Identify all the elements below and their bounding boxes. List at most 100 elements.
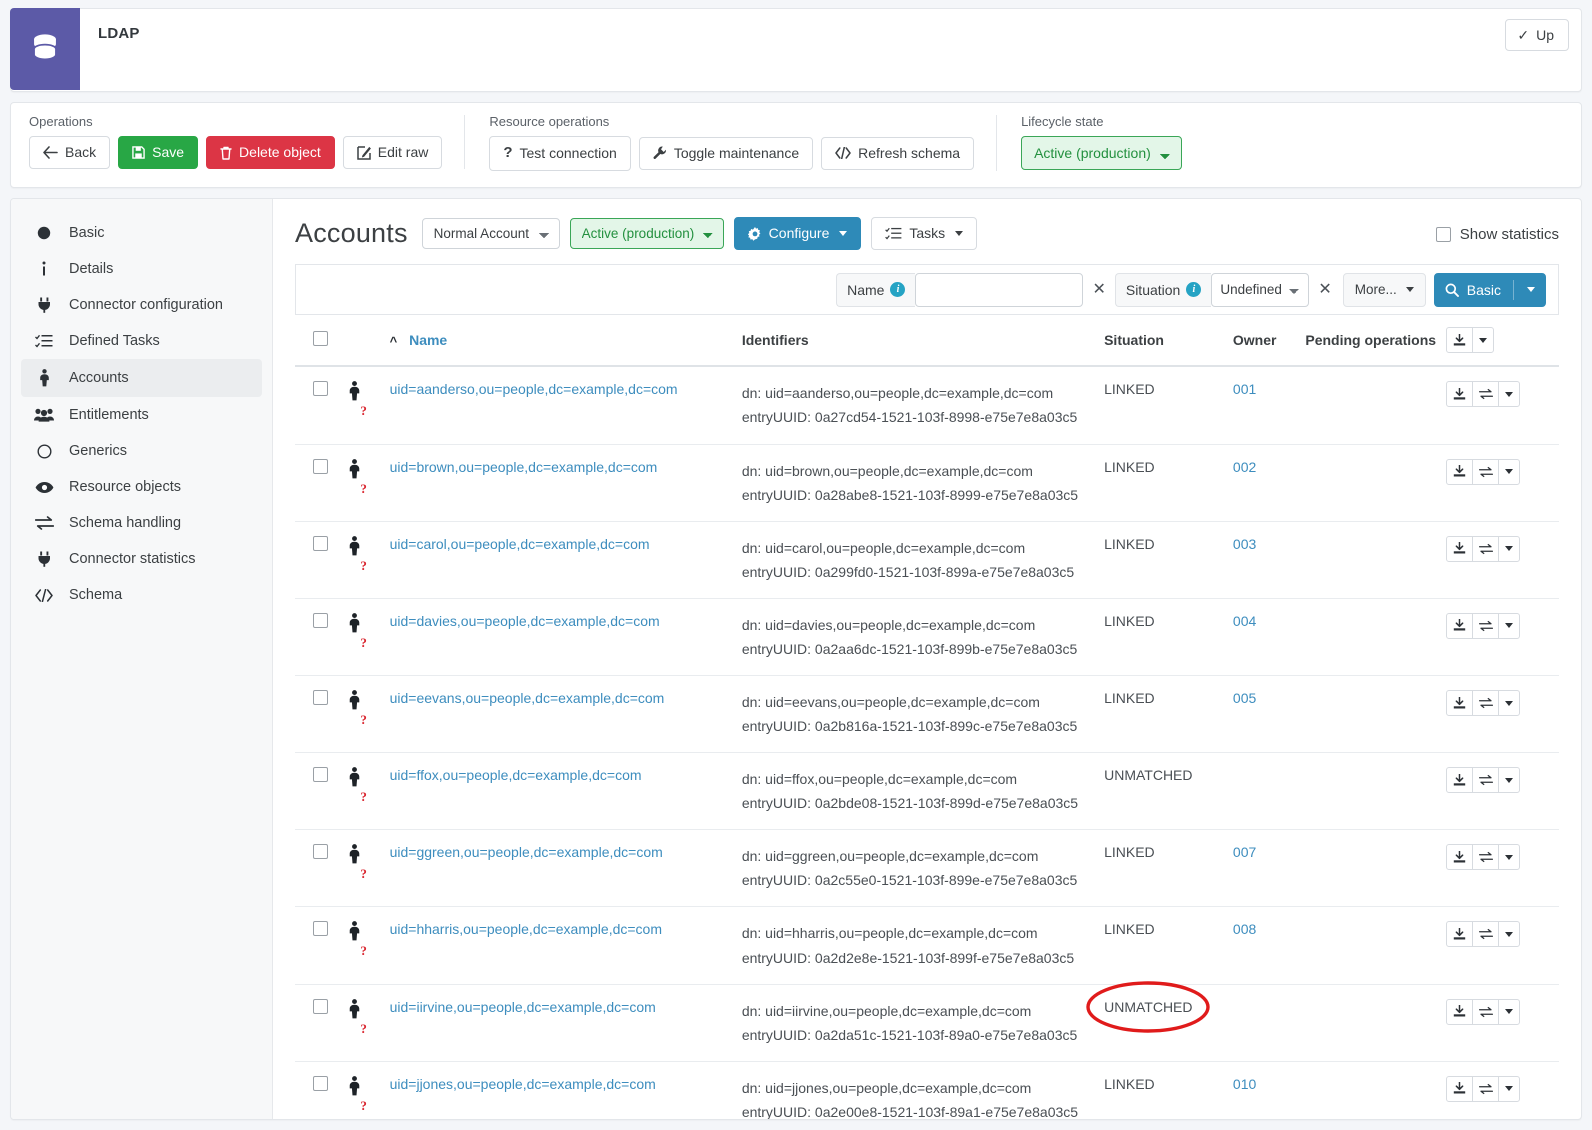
exchange-icon[interactable] — [1472, 690, 1500, 717]
toggle-maintenance-button[interactable]: Toggle maintenance — [638, 136, 814, 170]
import-icon[interactable] — [1446, 327, 1474, 354]
account-name-link[interactable]: uid=iirvine,ou=people,dc=example,dc=com — [390, 999, 656, 1015]
owner-link[interactable]: 003 — [1233, 536, 1256, 552]
row-actions-dropdown[interactable] — [1498, 844, 1521, 871]
sidebar-item-defined-tasks[interactable]: Defined Tasks — [21, 323, 262, 359]
edit-raw-button[interactable]: Edit raw — [342, 136, 443, 170]
table-row[interactable]: ? uid=ffox,ou=people,dc=example,dc=com dn:… — [295, 752, 1559, 831]
exchange-icon[interactable] — [1472, 921, 1500, 948]
import-icon[interactable] — [1446, 535, 1474, 562]
show-statistics-checkbox[interactable] — [1435, 227, 1451, 242]
exchange-icon[interactable] — [1472, 1075, 1500, 1102]
table-row[interactable]: ? uid=iirvine,ou=people,dc=example,dc=com… — [295, 984, 1559, 1062]
configure-button[interactable]: Configure — [733, 217, 862, 251]
row-actions-dropdown[interactable] — [1498, 921, 1521, 948]
info-icon[interactable]: i — [890, 282, 906, 298]
sidebar-item-resource-objects[interactable]: Resource objects — [21, 469, 262, 505]
import-icon[interactable] — [1446, 921, 1474, 948]
delete-object-button[interactable]: Delete object — [206, 136, 335, 170]
situation-select[interactable]: Undefined — [1211, 272, 1310, 307]
row-actions-dropdown[interactable] — [1498, 1075, 1521, 1102]
owner-link[interactable]: 004 — [1233, 613, 1256, 629]
sidebar-item-generics[interactable]: Generics — [21, 433, 262, 469]
row-actions-dropdown[interactable] — [1498, 998, 1521, 1025]
search-mode-button[interactable]: Basic — [1433, 272, 1546, 307]
import-icon[interactable] — [1446, 844, 1474, 871]
row-actions-dropdown[interactable] — [1498, 690, 1521, 717]
sort-ascending-icon[interactable]: ^ — [390, 334, 398, 349]
row-checkbox[interactable] — [313, 844, 328, 860]
exchange-icon[interactable] — [1472, 844, 1500, 871]
table-row[interactable]: ? uid=brown,ou=people,dc=example,dc=com dn… — [295, 444, 1559, 522]
account-name-link[interactable]: uid=jjones,ou=people,dc=example,dc=com — [390, 1076, 656, 1092]
header-actions-dropdown[interactable] — [1472, 327, 1495, 354]
import-icon[interactable] — [1446, 612, 1474, 639]
name-header[interactable]: ^ Name — [389, 314, 742, 368]
table-row[interactable]: ? uid=jjones,ou=people,dc=example,dc=com d… — [295, 1061, 1559, 1119]
account-name-link[interactable]: uid=carol,ou=people,dc=example,dc=com — [390, 536, 650, 552]
test-connection-button[interactable]: ? Test connection — [489, 136, 631, 171]
sidebar-item-schema[interactable]: Schema — [21, 577, 262, 613]
account-name-link[interactable]: uid=brown,ou=people,dc=example,dc=com — [390, 459, 658, 475]
row-checkbox[interactable] — [313, 998, 328, 1014]
sidebar-item-accounts[interactable]: Accounts — [21, 359, 262, 397]
row-checkbox[interactable] — [313, 612, 328, 628]
account-kind-select[interactable]: Normal Account — [421, 218, 560, 250]
row-checkbox[interactable] — [313, 458, 328, 474]
exchange-icon[interactable] — [1472, 767, 1500, 794]
sidebar-item-entitlements[interactable]: Entitlements — [21, 397, 262, 433]
row-checkbox[interactable] — [313, 767, 328, 783]
owner-link[interactable]: 007 — [1233, 844, 1256, 860]
sidebar-item-schema-handling[interactable]: Schema handling — [21, 505, 262, 541]
import-icon[interactable] — [1446, 458, 1474, 485]
more-filters-button[interactable]: More... — [1342, 272, 1426, 307]
row-checkbox[interactable] — [313, 535, 328, 551]
owner-link[interactable]: 005 — [1233, 690, 1256, 706]
clear-situation-filter-button[interactable]: ✕ — [1309, 281, 1340, 298]
save-button[interactable]: Save — [118, 136, 199, 170]
account-name-link[interactable]: uid=ggreen,ou=people,dc=example,dc=com — [390, 844, 663, 860]
resource-status-button[interactable]: ✓ Up — [1505, 19, 1569, 51]
exchange-icon[interactable] — [1472, 535, 1500, 562]
owner-link[interactable]: 001 — [1233, 381, 1256, 397]
row-checkbox[interactable] — [313, 1075, 328, 1091]
sidebar-item-connector-statistics[interactable]: Connector statistics — [21, 541, 262, 577]
lifecycle-state-select[interactable]: Active (production) — [1021, 136, 1183, 170]
clear-name-filter-button[interactable]: ✕ — [1083, 281, 1114, 298]
owner-link[interactable]: 002 — [1233, 459, 1256, 475]
name-search-input[interactable] — [915, 272, 1084, 307]
select-all-checkbox[interactable] — [313, 331, 328, 347]
sidebar-item-basic[interactable]: Basic — [21, 215, 262, 251]
row-actions-dropdown[interactable] — [1498, 535, 1521, 562]
exchange-icon[interactable] — [1472, 458, 1500, 485]
owner-link[interactable]: 008 — [1233, 921, 1256, 937]
account-name-link[interactable]: uid=hharris,ou=people,dc=example,dc=com — [390, 921, 662, 937]
row-actions-dropdown[interactable] — [1498, 381, 1521, 408]
sidebar-item-connector-configuration[interactable]: Connector configuration — [21, 287, 262, 323]
import-icon[interactable] — [1446, 998, 1474, 1025]
account-lifecycle-select[interactable]: Active (production) — [569, 218, 724, 250]
import-icon[interactable] — [1446, 381, 1474, 408]
import-icon[interactable] — [1446, 1075, 1474, 1102]
import-icon[interactable] — [1446, 767, 1474, 794]
row-actions-dropdown[interactable] — [1498, 458, 1521, 485]
row-actions-dropdown[interactable] — [1498, 767, 1521, 794]
table-row[interactable]: ? uid=carol,ou=people,dc=example,dc=com dn… — [295, 521, 1559, 599]
exchange-icon[interactable] — [1472, 612, 1500, 639]
account-name-link[interactable]: uid=ffox,ou=people,dc=example,dc=com — [390, 767, 642, 783]
tasks-button[interactable]: Tasks — [871, 217, 978, 251]
info-icon[interactable]: i — [1186, 282, 1202, 298]
table-row[interactable]: ? uid=davies,ou=people,dc=example,dc=com d… — [295, 598, 1559, 677]
owner-link[interactable]: 010 — [1233, 1076, 1256, 1092]
row-checkbox[interactable] — [313, 690, 328, 706]
table-row[interactable]: ? uid=hharris,ou=people,dc=example,dc=com… — [295, 906, 1559, 985]
exchange-icon[interactable] — [1472, 381, 1500, 408]
row-checkbox[interactable] — [313, 381, 328, 397]
table-row[interactable]: ? uid=aanderso,ou=people,dc=example,dc=co… — [295, 366, 1559, 445]
account-name-link[interactable]: uid=eevans,ou=people,dc=example,dc=com — [390, 690, 665, 706]
sidebar-item-details[interactable]: Details — [21, 251, 262, 287]
account-name-link[interactable]: uid=davies,ou=people,dc=example,dc=com — [390, 613, 660, 629]
import-icon[interactable] — [1446, 690, 1474, 717]
show-statistics-toggle[interactable]: Show statistics — [1435, 226, 1559, 243]
row-checkbox[interactable] — [313, 921, 328, 937]
